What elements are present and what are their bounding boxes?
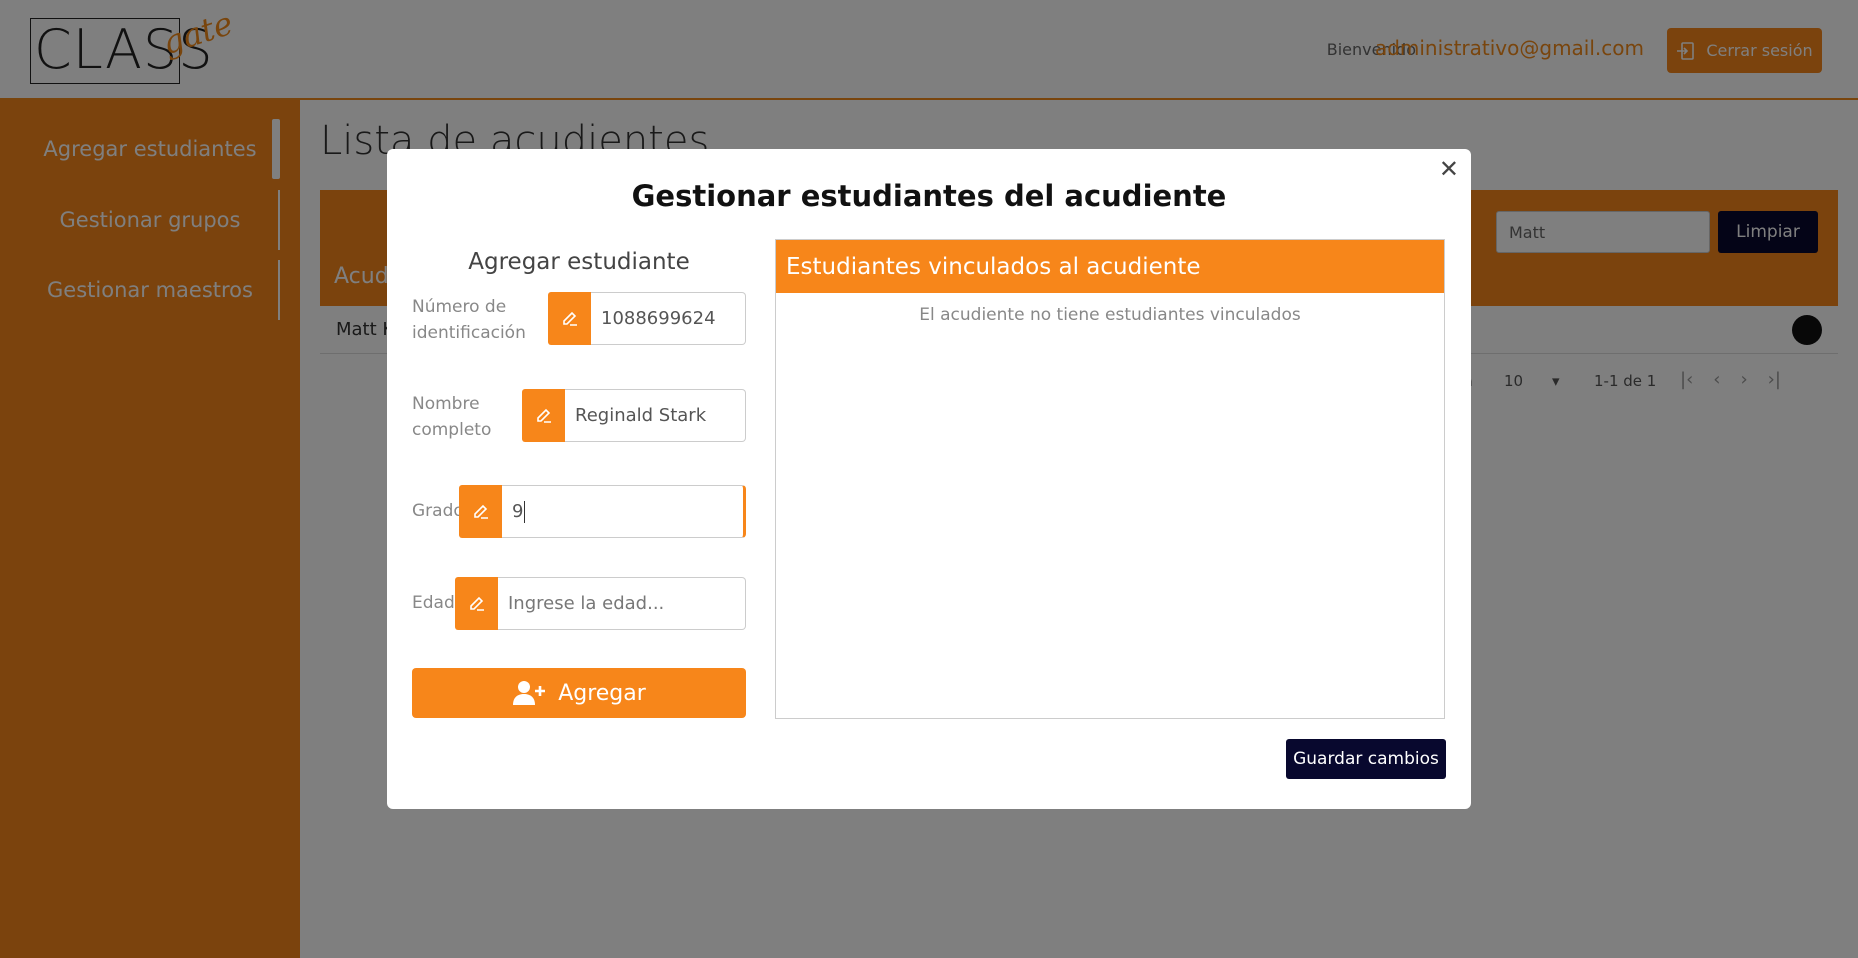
pencil-icon (548, 292, 591, 345)
age-field-label: Edad (412, 593, 455, 613)
id-field-group: 1088699624 (548, 292, 746, 345)
id-input[interactable]: 1088699624 (591, 292, 746, 345)
linked-students-panel: Estudiantes vinculados al acudiente El a… (775, 239, 1445, 719)
grade-input[interactable]: 9 (502, 485, 746, 538)
manage-students-modal: ✕ Gestionar estudiantes del acudiente Ag… (387, 149, 1471, 809)
age-field-group: Ingrese la edad... (455, 577, 746, 630)
name-field-group: Reginald Stark (522, 389, 746, 442)
id-field-label: Número de identificación (412, 297, 526, 343)
empty-state-message: El acudiente no tiene estudiantes vincul… (919, 305, 1301, 325)
pencil-icon (455, 577, 498, 630)
panel-title: Estudiantes vinculados al acudiente (776, 240, 1444, 293)
pencil-icon (522, 389, 565, 442)
text-cursor (524, 500, 526, 523)
grade-field-label: Grado (412, 501, 464, 521)
name-input[interactable]: Reginald Stark (565, 389, 746, 442)
pencil-icon (459, 485, 502, 538)
add-student-label: Agregar (558, 680, 646, 706)
form-title: Agregar estudiante (468, 249, 690, 275)
save-changes-button[interactable]: Guardar cambios (1286, 739, 1446, 779)
modal-title: Gestionar estudiantes del acudiente (631, 179, 1227, 213)
grade-value: 9 (512, 501, 524, 522)
age-input[interactable]: Ingrese la edad... (498, 577, 746, 630)
close-icon[interactable]: ✕ (1439, 157, 1459, 181)
add-student-button[interactable]: Agregar (412, 668, 746, 718)
user-plus-icon (513, 681, 546, 705)
name-field-label: Nombre completo (412, 394, 492, 440)
grade-field-group: 9 (459, 485, 746, 538)
